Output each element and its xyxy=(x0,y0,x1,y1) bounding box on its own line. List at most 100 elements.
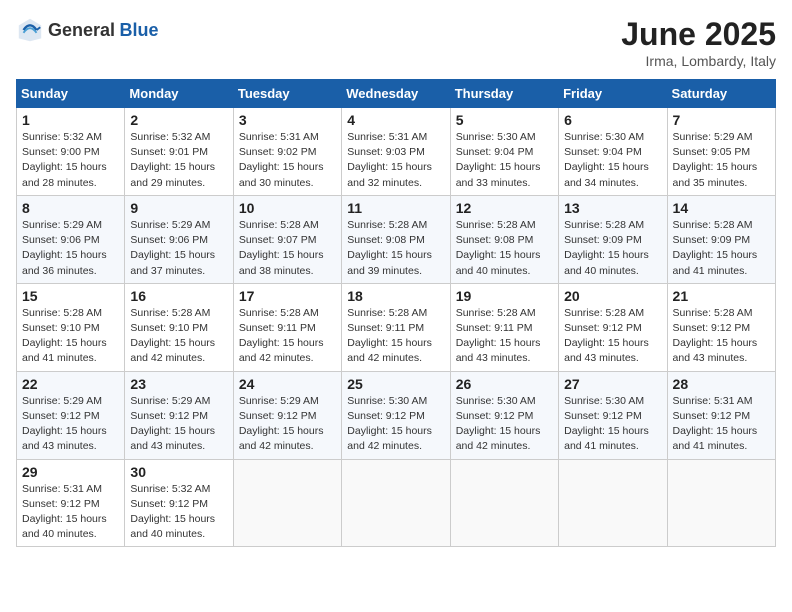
calendar-header-row: Sunday Monday Tuesday Wednesday Thursday… xyxy=(17,80,776,108)
day-info: Sunrise: 5:29 AM Sunset: 9:05 PM Dayligh… xyxy=(673,130,770,191)
day-number: 16 xyxy=(130,288,227,304)
day-number: 15 xyxy=(22,288,119,304)
table-row: 10Sunrise: 5:28 AM Sunset: 9:07 PM Dayli… xyxy=(233,195,341,283)
day-number: 12 xyxy=(456,200,553,216)
logo-icon xyxy=(16,16,44,44)
table-row: 26 Sunrise: 5:30 AM Sunset: 9:12 PM Dayli… xyxy=(450,371,558,459)
table-row: 7 Sunrise: 5:29 AM Sunset: 9:05 PM Daylig… xyxy=(667,108,775,196)
day-info: Sunrise: 5:31 AM Sunset: 9:03 PM Dayligh… xyxy=(347,130,444,191)
table-row xyxy=(667,459,775,547)
table-row: 5Sunrise: 5:30 AM Sunset: 9:04 PM Daylig… xyxy=(450,108,558,196)
day-info: Sunrise: 5:28 AM Sunset: 9:09 PM Dayligh… xyxy=(673,218,770,279)
day-number: 23 xyxy=(130,376,227,392)
table-row: 30Sunrise: 5:32 AM Sunset: 9:12 PM Dayli… xyxy=(125,459,233,547)
day-info: Sunrise: 5:29 AM Sunset: 9:12 PM Dayligh… xyxy=(239,394,336,455)
day-info: Sunrise: 5:29 AM Sunset: 9:06 PM Dayligh… xyxy=(130,218,227,279)
logo: General Blue xyxy=(16,16,159,44)
day-number: 20 xyxy=(564,288,661,304)
calendar-week-4: 22 Sunrise: 5:29 AM Sunset: 9:12 PM Dayli… xyxy=(17,371,776,459)
table-row: 17 Sunrise: 5:28 AM Sunset: 9:11 PM Dayli… xyxy=(233,283,341,371)
table-row: 20 Sunrise: 5:28 AM Sunset: 9:12 PM Dayli… xyxy=(559,283,667,371)
day-number: 17 xyxy=(239,288,336,304)
col-sunday: Sunday xyxy=(17,80,125,108)
table-row: 16 Sunrise: 5:28 AM Sunset: 9:10 PM Dayli… xyxy=(125,283,233,371)
day-info: Sunrise: 5:29 AM Sunset: 9:12 PM Dayligh… xyxy=(22,394,119,455)
col-wednesday: Wednesday xyxy=(342,80,450,108)
table-row: 1 Sunrise: 5:32 AM Sunset: 9:00 PM Daylig… xyxy=(17,108,125,196)
logo-blue: Blue xyxy=(120,20,159,40)
day-number: 1 xyxy=(22,112,119,128)
month-title: June 2025 xyxy=(621,16,776,53)
day-number: 19 xyxy=(456,288,553,304)
day-info: Sunrise: 5:29 AM Sunset: 9:12 PM Dayligh… xyxy=(130,394,227,455)
table-row: 23 Sunrise: 5:29 AM Sunset: 9:12 PM Dayli… xyxy=(125,371,233,459)
day-number: 11 xyxy=(347,200,444,216)
logo-text: General Blue xyxy=(48,20,159,41)
day-info: Sunrise: 5:28 AM Sunset: 9:12 PM Dayligh… xyxy=(673,306,770,367)
day-number: 3 xyxy=(239,112,336,128)
table-row: 18 Sunrise: 5:28 AM Sunset: 9:11 PM Dayli… xyxy=(342,283,450,371)
day-number: 6 xyxy=(564,112,661,128)
day-number: 18 xyxy=(347,288,444,304)
day-number: 24 xyxy=(239,376,336,392)
table-row: 13 Sunrise: 5:28 AM Sunset: 9:09 PM Dayli… xyxy=(559,195,667,283)
col-saturday: Saturday xyxy=(667,80,775,108)
col-tuesday: Tuesday xyxy=(233,80,341,108)
day-number: 28 xyxy=(673,376,770,392)
day-number: 26 xyxy=(456,376,553,392)
day-number: 21 xyxy=(673,288,770,304)
table-row: 19 Sunrise: 5:28 AM Sunset: 9:11 PM Dayli… xyxy=(450,283,558,371)
day-info: Sunrise: 5:31 AM Sunset: 9:02 PM Dayligh… xyxy=(239,130,336,191)
table-row: 8Sunrise: 5:29 AM Sunset: 9:06 PM Daylig… xyxy=(17,195,125,283)
day-info: Sunrise: 5:30 AM Sunset: 9:12 PM Dayligh… xyxy=(456,394,553,455)
col-monday: Monday xyxy=(125,80,233,108)
calendar-week-3: 15 Sunrise: 5:28 AM Sunset: 9:10 PM Dayli… xyxy=(17,283,776,371)
day-number: 30 xyxy=(130,464,227,480)
table-row xyxy=(450,459,558,547)
day-number: 22 xyxy=(22,376,119,392)
day-info: Sunrise: 5:31 AM Sunset: 9:12 PM Dayligh… xyxy=(673,394,770,455)
day-info: Sunrise: 5:29 AM Sunset: 9:06 PM Dayligh… xyxy=(22,218,119,279)
day-info: Sunrise: 5:28 AM Sunset: 9:12 PM Dayligh… xyxy=(564,306,661,367)
table-row: 22 Sunrise: 5:29 AM Sunset: 9:12 PM Dayli… xyxy=(17,371,125,459)
day-info: Sunrise: 5:32 AM Sunset: 9:01 PM Dayligh… xyxy=(130,130,227,191)
table-row: 3 Sunrise: 5:31 AM Sunset: 9:02 PM Daylig… xyxy=(233,108,341,196)
day-number: 14 xyxy=(673,200,770,216)
col-friday: Friday xyxy=(559,80,667,108)
table-row: 15 Sunrise: 5:28 AM Sunset: 9:10 PM Dayli… xyxy=(17,283,125,371)
day-number: 5 xyxy=(456,112,553,128)
table-row: 9 Sunrise: 5:29 AM Sunset: 9:06 PM Daylig… xyxy=(125,195,233,283)
day-number: 9 xyxy=(130,200,227,216)
calendar-table: Sunday Monday Tuesday Wednesday Thursday… xyxy=(16,79,776,547)
table-row xyxy=(233,459,341,547)
table-row: 28 Sunrise: 5:31 AM Sunset: 9:12 PM Dayli… xyxy=(667,371,775,459)
day-number: 29 xyxy=(22,464,119,480)
table-row: 2Sunrise: 5:32 AM Sunset: 9:01 PM Daylig… xyxy=(125,108,233,196)
day-number: 4 xyxy=(347,112,444,128)
day-number: 13 xyxy=(564,200,661,216)
table-row: 24 Sunrise: 5:29 AM Sunset: 9:12 PM Dayli… xyxy=(233,371,341,459)
day-info: Sunrise: 5:28 AM Sunset: 9:11 PM Dayligh… xyxy=(347,306,444,367)
day-info: Sunrise: 5:31 AM Sunset: 9:12 PM Dayligh… xyxy=(22,482,119,543)
day-info: Sunrise: 5:28 AM Sunset: 9:09 PM Dayligh… xyxy=(564,218,661,279)
day-info: Sunrise: 5:28 AM Sunset: 9:08 PM Dayligh… xyxy=(347,218,444,279)
day-info: Sunrise: 5:30 AM Sunset: 9:04 PM Dayligh… xyxy=(564,130,661,191)
logo-general: General xyxy=(48,20,115,40)
table-row xyxy=(342,459,450,547)
day-info: Sunrise: 5:28 AM Sunset: 9:11 PM Dayligh… xyxy=(239,306,336,367)
table-row: 11 Sunrise: 5:28 AM Sunset: 9:08 PM Dayli… xyxy=(342,195,450,283)
page-header: General Blue June 2025 Irma, Lombardy, I… xyxy=(16,16,776,69)
table-row xyxy=(559,459,667,547)
col-thursday: Thursday xyxy=(450,80,558,108)
day-number: 27 xyxy=(564,376,661,392)
day-number: 25 xyxy=(347,376,444,392)
day-number: 10 xyxy=(239,200,336,216)
table-row: 14 Sunrise: 5:28 AM Sunset: 9:09 PM Dayli… xyxy=(667,195,775,283)
day-info: Sunrise: 5:32 AM Sunset: 9:00 PM Dayligh… xyxy=(22,130,119,191)
day-info: Sunrise: 5:28 AM Sunset: 9:11 PM Dayligh… xyxy=(456,306,553,367)
table-row: 29 Sunrise: 5:31 AM Sunset: 9:12 PM Dayli… xyxy=(17,459,125,547)
day-info: Sunrise: 5:28 AM Sunset: 9:10 PM Dayligh… xyxy=(22,306,119,367)
day-info: Sunrise: 5:28 AM Sunset: 9:10 PM Dayligh… xyxy=(130,306,227,367)
day-number: 7 xyxy=(673,112,770,128)
table-row: 25Sunrise: 5:30 AM Sunset: 9:12 PM Dayli… xyxy=(342,371,450,459)
